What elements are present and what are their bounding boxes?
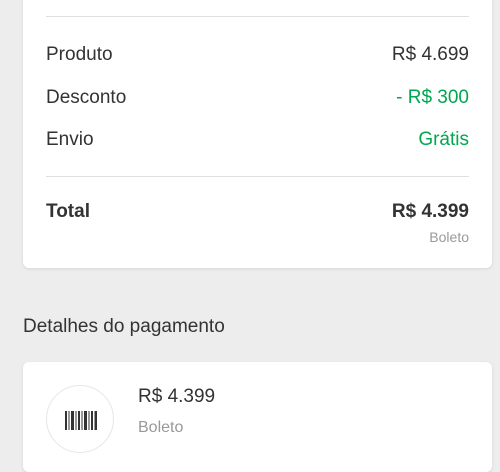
product-label: Produto [46,44,113,65]
shipping-value: Grátis [418,129,469,150]
total-payment-method: Boleto [429,229,469,245]
payment-details-title: Detalhes do pagamento [23,316,225,337]
divider-top [46,16,469,17]
divider-total [46,176,469,177]
barcode-icon [65,411,97,430]
payment-method: Boleto [138,419,184,436]
product-price: R$ 4.699 [391,44,469,65]
discount-value: - R$ 300 [396,87,469,108]
total-price: R$ 4.399 [391,201,469,222]
payment-icon-container [46,385,114,453]
order-summary-card: Produto R$ 4.699 Desconto - R$ 300 Envio… [23,0,492,268]
payment-details-card: R$ 4.399 Boleto [23,362,492,472]
discount-label: Desconto [46,87,127,108]
shipping-label: Envio [46,129,94,150]
total-label: Total [46,201,90,222]
payment-amount: R$ 4.399 [138,386,216,407]
